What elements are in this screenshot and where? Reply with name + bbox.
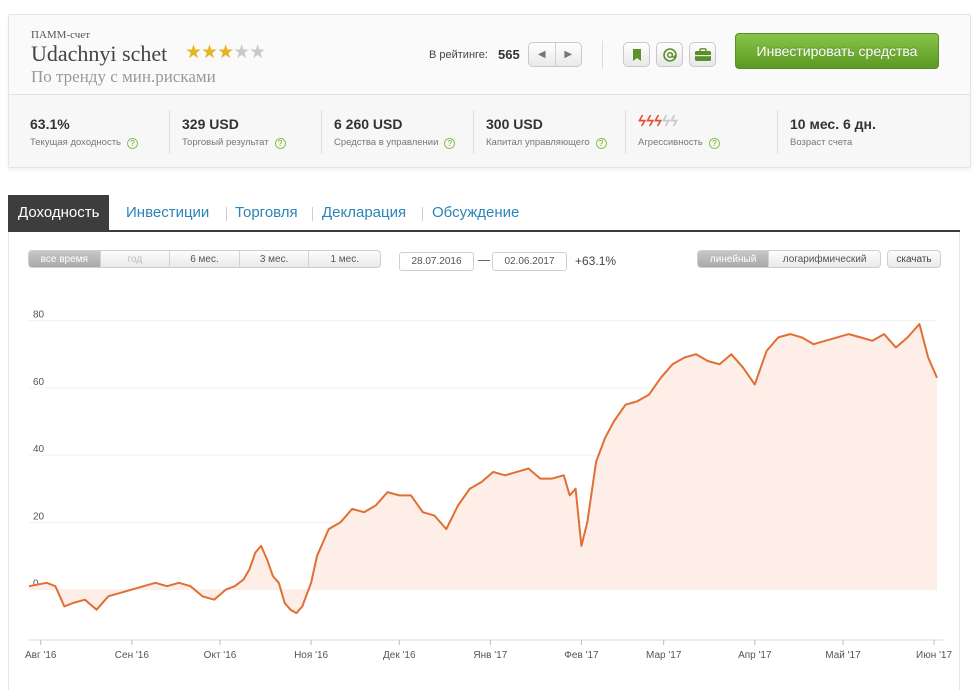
bookmark-icon bbox=[632, 48, 641, 61]
y-tick-label: 80 bbox=[33, 310, 45, 321]
help-icon[interactable]: ? bbox=[127, 138, 139, 149]
stat-manager-capital: 300 USD Капитал управляющего? bbox=[465, 96, 607, 168]
bolt-on-icon: ϟ bbox=[645, 113, 654, 130]
chevron-right-icon[interactable]: ▶ bbox=[556, 43, 582, 66]
account-type-label: ПАММ-счет bbox=[31, 29, 90, 41]
stat-label: Средства в управлении bbox=[334, 137, 439, 148]
rating-label: В рейтинге: bbox=[429, 49, 488, 61]
account-header: ПАММ-счет Udachnyi schet ★★★★★ По тренду… bbox=[9, 15, 970, 95]
divider bbox=[422, 207, 423, 221]
divider bbox=[602, 41, 603, 69]
x-tick-label: Апр '17 bbox=[738, 650, 772, 661]
chevron-left-icon[interactable]: ◀ bbox=[529, 43, 556, 66]
email-icon bbox=[662, 47, 677, 62]
x-tick-label: Июн '17 bbox=[916, 650, 952, 661]
x-tick-label: Фев '17 bbox=[564, 650, 599, 661]
divider bbox=[226, 207, 227, 221]
tab-discussion[interactable]: Обсуждение bbox=[432, 195, 519, 230]
bookmark-button[interactable] bbox=[623, 42, 650, 67]
stat-value: 6 260 USD bbox=[334, 116, 403, 132]
rating-stars: ★★★★★ bbox=[185, 41, 266, 64]
stat-return: 63.1% Текущая доходность? bbox=[9, 96, 139, 168]
email-button[interactable] bbox=[656, 42, 683, 67]
help-icon[interactable]: ? bbox=[708, 138, 720, 149]
x-tick-label: Май '17 bbox=[825, 650, 861, 661]
briefcase-icon bbox=[694, 47, 711, 61]
x-tick-label: Ноя '16 bbox=[294, 650, 328, 661]
bolt-on-icon: ϟ bbox=[638, 113, 646, 130]
stat-label: Текущая доходность bbox=[30, 137, 122, 148]
stat-value: 63.1% bbox=[30, 116, 70, 132]
account-card: ПАММ-счет Udachnyi schet ★★★★★ По тренду… bbox=[8, 14, 971, 168]
chart-panel: все время год 6 мес. 3 мес. 1 мес. 28.07… bbox=[8, 232, 960, 690]
stat-label: Торговый результат bbox=[182, 137, 269, 148]
stat-funds-managed: 6 260 USD Средства в управлении? bbox=[313, 96, 456, 168]
stat-trading-result: 329 USD Торговый результат? bbox=[161, 96, 286, 168]
x-tick-label: Авг '16 bbox=[25, 650, 57, 661]
stat-label: Капитал управляющего bbox=[486, 137, 590, 148]
returns-chart: 020406080Авг '16 Сен '16 Окт '16 Ноя '16 Дек… bbox=[25, 310, 952, 661]
section-tabs: Доходность Инвестиции Торговля Деклараци… bbox=[8, 195, 960, 232]
stat-value: 329 USD bbox=[182, 116, 239, 132]
star-empty-icon: ★★ bbox=[233, 42, 266, 63]
stat-value: 300 USD bbox=[486, 116, 543, 132]
star-filled-icon: ★★★ bbox=[185, 42, 234, 63]
bolt-on-icon: ϟ bbox=[653, 113, 662, 130]
y-tick-label: 20 bbox=[33, 511, 45, 522]
aggressiveness-meter: ϟϟϟϟϟ bbox=[638, 113, 678, 130]
tab-investments[interactable]: Инвестиции bbox=[126, 195, 209, 230]
y-tick-label: 60 bbox=[33, 377, 45, 388]
x-tick-label: Сен '16 bbox=[115, 650, 150, 661]
rating-value: 565 bbox=[498, 47, 520, 62]
invest-button[interactable]: Инвестировать средства bbox=[735, 33, 939, 69]
bolt-off-icon: ϟ bbox=[661, 113, 670, 130]
account-name[interactable]: Udachnyi schet bbox=[31, 41, 167, 67]
stat-value: 10 мес. 6 дн. bbox=[790, 116, 876, 132]
bolt-off-icon: ϟ bbox=[669, 113, 678, 130]
tab-trading[interactable]: Торговля bbox=[235, 195, 298, 230]
returns-area bbox=[29, 324, 937, 614]
x-tick-label: Дек '16 bbox=[383, 650, 416, 661]
stat-label: Возраст счета bbox=[790, 137, 853, 148]
rating-pager: ◀ ▶ bbox=[528, 42, 582, 67]
stat-label: Агрессивность bbox=[638, 137, 703, 148]
account-stats: 63.1% Текущая доходность? 329 USD Торгов… bbox=[9, 96, 970, 168]
x-tick-label: Окт '16 bbox=[204, 650, 237, 661]
account-strategy: По тренду с мин.рисками bbox=[31, 67, 216, 86]
x-tick-label: Янв '17 bbox=[473, 650, 507, 661]
y-tick-label: 40 bbox=[33, 444, 45, 455]
stat-aggressiveness: ϟϟϟϟϟ Агрессивность? bbox=[617, 96, 720, 168]
portfolio-button[interactable] bbox=[689, 42, 716, 67]
stat-account-age: 10 мес. 6 дн. Возраст счета bbox=[769, 96, 876, 168]
x-tick-label: Мар '17 bbox=[646, 650, 682, 661]
help-icon[interactable]: ? bbox=[274, 138, 286, 149]
help-icon[interactable]: ? bbox=[595, 138, 607, 149]
help-icon[interactable]: ? bbox=[444, 138, 456, 149]
tab-returns[interactable]: Доходность bbox=[8, 195, 110, 230]
tab-declaration[interactable]: Декларация bbox=[322, 195, 406, 230]
divider bbox=[312, 207, 313, 221]
